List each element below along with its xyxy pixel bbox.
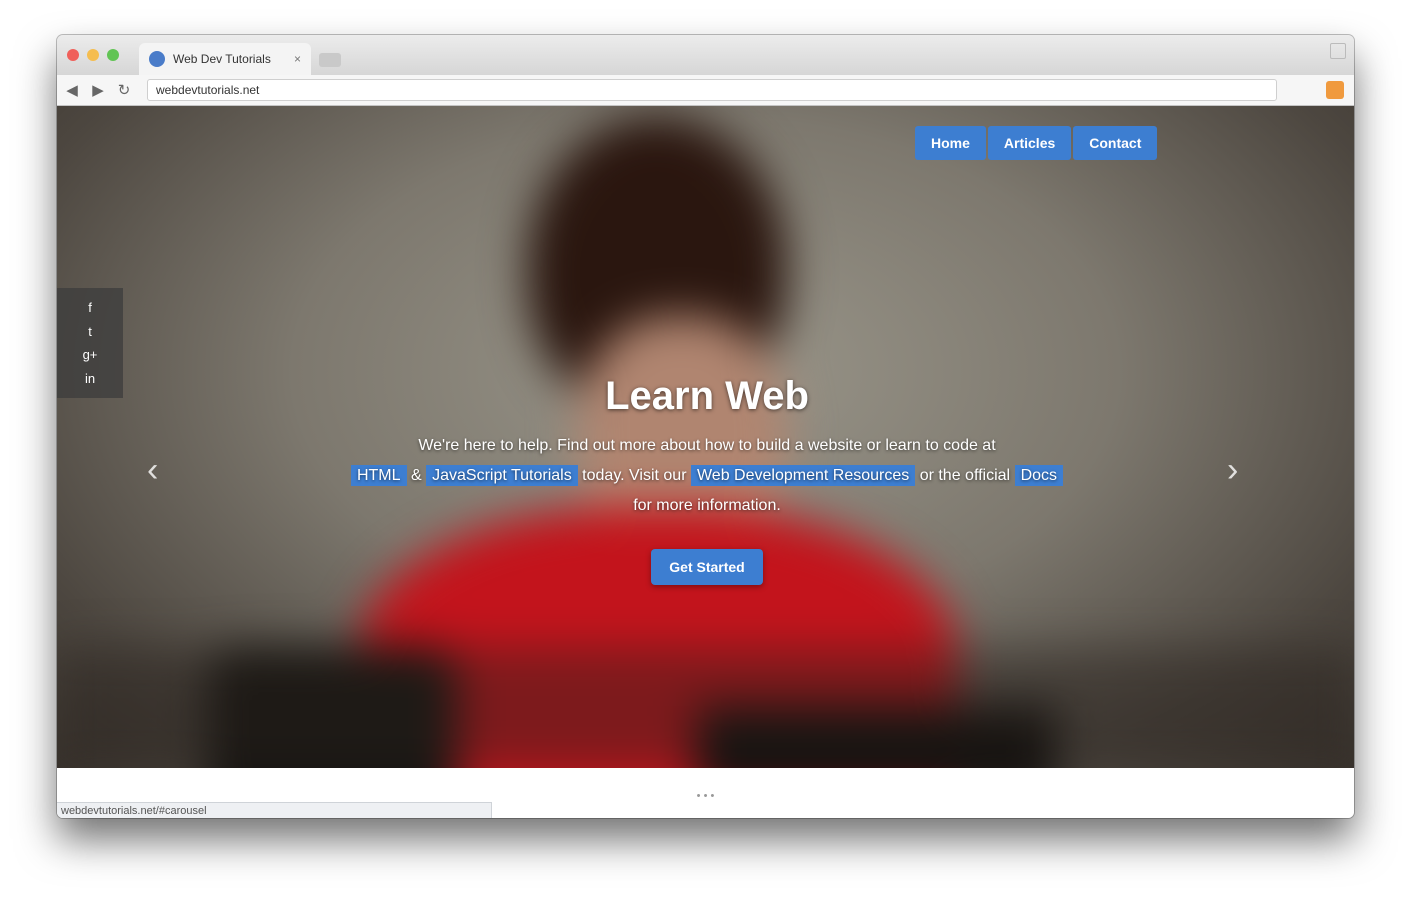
tab-strip: Web Dev Tutorials × [57, 35, 1354, 75]
hero-link-resources[interactable]: Web Development Resources [690, 465, 916, 486]
hero-text-word: today. Visit our [582, 467, 687, 484]
hero-link-html[interactable]: HTML [350, 465, 407, 486]
nav-link-articles[interactable]: Articles [987, 126, 1072, 160]
linkedin-icon[interactable]: in [85, 371, 95, 386]
main-nav: Home Articles Contact [915, 126, 1159, 160]
nav-link-home[interactable]: Home [915, 126, 986, 160]
carousel-prev-icon[interactable]: ‹ [147, 451, 158, 490]
close-window-icon[interactable] [67, 49, 79, 61]
hero-link-js[interactable]: JavaScript Tutorials [426, 465, 578, 486]
get-started-button[interactable]: Get Started [651, 549, 763, 585]
hero-heading: Learn Web [605, 374, 809, 418]
address-text: webdevtutorials.net [156, 83, 260, 97]
hero-link-docs[interactable]: Docs [1014, 465, 1064, 486]
hero-carousel: Home Articles Contact f t g+ in ‹ › Lear… [57, 106, 1354, 768]
browser-tab[interactable]: Web Dev Tutorials × [139, 43, 311, 75]
back-button[interactable]: ◀ [61, 79, 83, 101]
carousel-indicators[interactable]: • • • [57, 790, 1354, 802]
reload-button[interactable]: ↻ [113, 79, 135, 101]
tab-close-icon[interactable]: × [294, 52, 301, 66]
browser-toolbar: ◀ ▶ ↻ webdevtutorials.net [57, 75, 1354, 106]
tab-title: Web Dev Tutorials [173, 52, 271, 66]
page-viewport: Home Articles Contact f t g+ in ‹ › Lear… [57, 106, 1354, 818]
hero-text-line3: for more information. [633, 497, 781, 514]
forward-button[interactable]: ▶ [87, 79, 109, 101]
status-url: webdevtutorials.net/#carousel [61, 805, 207, 817]
fullscreen-icon[interactable] [1330, 43, 1346, 59]
hero-text-word: & [410, 467, 422, 484]
new-tab-button[interactable] [319, 53, 341, 67]
browser-window: Web Dev Tutorials × ◀ ▶ ↻ webdevtutorial… [57, 35, 1354, 818]
status-bar: webdevtutorials.net/#carousel [57, 802, 492, 818]
social-share-bar: f t g+ in [57, 288, 123, 398]
maximize-window-icon[interactable] [107, 49, 119, 61]
hero-text-word: or the official [919, 467, 1011, 484]
facebook-icon[interactable]: f [88, 300, 92, 315]
hero-caption: Learn Web We're here to help. Find out m… [307, 374, 1107, 585]
minimize-window-icon[interactable] [87, 49, 99, 61]
twitter-icon[interactable]: t [88, 324, 92, 339]
carousel-next-icon[interactable]: › [1227, 451, 1238, 490]
extension-icon[interactable] [1326, 81, 1344, 99]
favicon-icon [149, 51, 165, 67]
nav-link-contact[interactable]: Contact [1073, 126, 1158, 160]
google-plus-icon[interactable]: g+ [83, 347, 98, 362]
hero-text: We're here to help. Find out more about … [307, 431, 1107, 521]
hero-text-line1: We're here to help. Find out more about … [418, 437, 996, 454]
address-bar[interactable]: webdevtutorials.net [147, 79, 1277, 101]
